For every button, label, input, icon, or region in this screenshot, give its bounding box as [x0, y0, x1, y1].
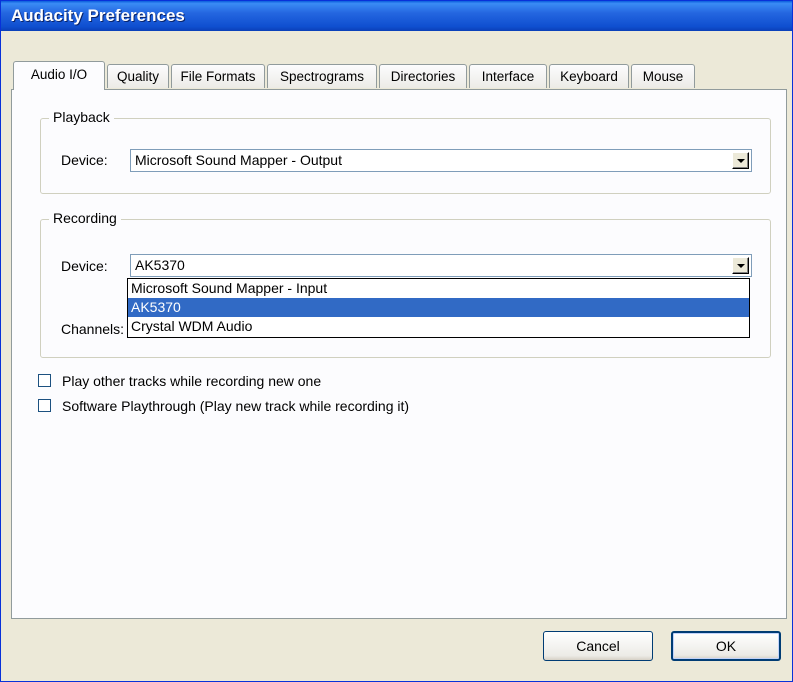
tab-mouse[interactable]: Mouse: [631, 64, 695, 88]
list-item-selected[interactable]: AK5370: [128, 298, 749, 317]
list-item[interactable]: Crystal WDM Audio: [128, 317, 749, 336]
play-other-tracks-checkbox[interactable]: [38, 374, 51, 387]
playback-device-label: Device:: [61, 152, 108, 168]
preferences-window: Audacity Preferences Audio I/O Quality F…: [0, 0, 793, 682]
recording-legend: Recording: [49, 210, 121, 226]
play-other-tracks-label[interactable]: Play other tracks while recording new on…: [62, 373, 321, 389]
recording-device-value: AK5370: [135, 257, 185, 273]
tab-interface[interactable]: Interface: [469, 64, 547, 88]
recording-device-dropdown-list[interactable]: Microsoft Sound Mapper - Input AK5370 Cr…: [127, 278, 750, 338]
channels-label: Channels:: [61, 321, 125, 337]
tab-quality[interactable]: Quality: [107, 64, 169, 88]
playback-device-value: Microsoft Sound Mapper - Output: [135, 152, 342, 168]
tab-directories[interactable]: Directories: [379, 64, 467, 88]
recording-device-label: Device:: [61, 258, 108, 274]
title-bar[interactable]: Audacity Preferences: [1, 1, 792, 31]
playback-group: Playback Device: Microsoft Sound Mapper …: [40, 109, 771, 194]
software-playthrough-label[interactable]: Software Playthrough (Play new track whi…: [62, 398, 409, 414]
tab-keyboard[interactable]: Keyboard: [549, 64, 629, 88]
ok-button[interactable]: OK: [671, 631, 781, 661]
tab-audio-io[interactable]: Audio I/O: [13, 61, 105, 90]
playback-legend: Playback: [49, 109, 114, 125]
software-playthrough-checkbox[interactable]: [38, 399, 51, 412]
list-item[interactable]: Microsoft Sound Mapper - Input: [128, 279, 749, 298]
tab-file-formats[interactable]: File Formats: [171, 64, 265, 88]
window-title: Audacity Preferences: [11, 6, 185, 25]
tab-panel-audio-io: Playback Device: Microsoft Sound Mapper …: [11, 89, 787, 619]
tab-spectrograms[interactable]: Spectrograms: [267, 64, 377, 88]
chevron-down-icon[interactable]: [732, 152, 749, 169]
chevron-down-icon[interactable]: [732, 257, 749, 274]
playback-device-combo[interactable]: Microsoft Sound Mapper - Output: [130, 149, 752, 172]
cancel-button[interactable]: Cancel: [543, 631, 653, 661]
recording-device-combo[interactable]: AK5370: [130, 254, 752, 277]
